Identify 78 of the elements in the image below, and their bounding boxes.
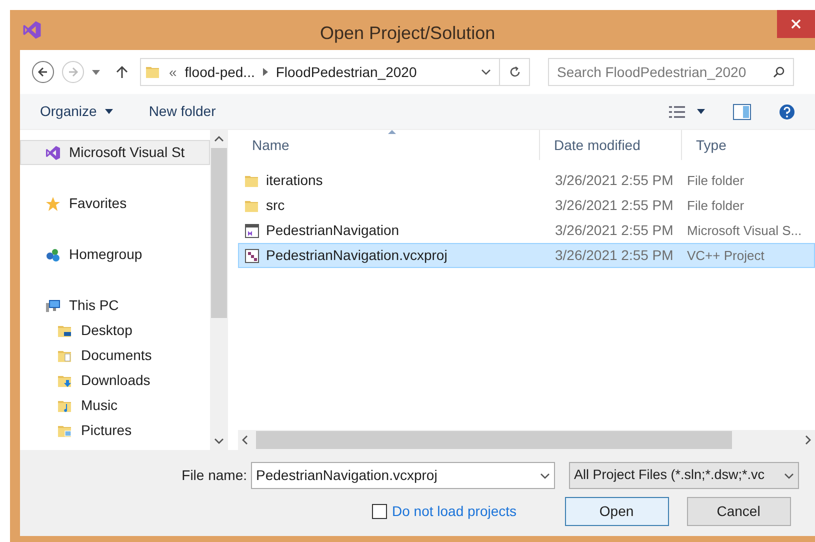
scroll-right-icon[interactable] [805, 435, 811, 445]
dropdown-caret-icon[interactable] [92, 70, 100, 74]
star-icon [45, 196, 61, 212]
breadcrumb[interactable]: flood-ped... [184, 62, 255, 82]
chevron-down-icon [540, 472, 550, 478]
visual-studio-icon [22, 20, 42, 40]
breadcrumb-arrow-icon [262, 68, 268, 76]
file-type: Microsoft Visual S... [686, 222, 802, 240]
horizontal-scrollbar[interactable] [238, 430, 815, 450]
file-name: PedestrianNavigation [266, 221, 400, 240]
file-type: VC++ Project [686, 246, 764, 265]
back-button[interactable] [32, 61, 54, 83]
window-title: Open Project/Solution [320, 22, 496, 45]
do-not-load-checkbox[interactable] [372, 504, 387, 519]
close-icon [791, 19, 801, 29]
preview-pane-icon[interactable] [733, 104, 751, 120]
file-type: File folder [686, 196, 744, 215]
nav-item[interactable]: Downloads [20, 368, 210, 393]
help-icon[interactable] [779, 104, 795, 120]
file-name: iterations [266, 171, 323, 190]
visual-studio-icon [45, 144, 61, 160]
project-file-icon [244, 248, 260, 264]
column-header[interactable]: Date modified [540, 130, 682, 160]
column-header[interactable]: Type [682, 130, 815, 160]
close-button[interactable] [777, 10, 815, 38]
date-modified: 3/26/2021 2:55 PM [554, 196, 674, 215]
file-row[interactable]: PedestrianNavigation 3/26/2021 2:55 PM Microsoft Visual S... [238, 218, 815, 243]
vertical-scrollbar[interactable] [210, 130, 228, 450]
file-name-field[interactable]: PedestrianNavigation.vcxproj [251, 462, 555, 489]
chevron-down-icon[interactable] [481, 69, 491, 75]
nav-item[interactable]: Favorites [20, 191, 210, 216]
search-field[interactable]: Search FloodPedestrian_2020 [548, 58, 794, 86]
back-arrow-icon [37, 66, 49, 78]
file-name: PedestrianNavigation.vcxproj [266, 246, 448, 265]
new-folder-button[interactable]: New folder [148, 101, 216, 122]
breadcrumb[interactable]: FloodPedestrian_2020 [276, 62, 417, 82]
column-header[interactable]: Name [238, 130, 540, 160]
cancel-button[interactable]: Cancel [686, 497, 791, 526]
computer-icon [45, 298, 61, 314]
chevron-down-icon [784, 472, 794, 478]
nav-item[interactable]: Pictures [20, 418, 210, 443]
file-type: File folder [686, 172, 744, 190]
open-button[interactable]: Open [564, 497, 669, 526]
nav-item[interactable]: Music [20, 393, 210, 418]
solution-file-icon [244, 222, 260, 238]
view-options-icon[interactable] [669, 106, 685, 118]
scroll-left-icon[interactable] [242, 435, 248, 445]
forward-arrow-icon [67, 66, 79, 78]
nav-item[interactable]: This PC [20, 293, 210, 318]
file-row[interactable]: iterations 3/26/2021 2:55 PM File folder [238, 168, 815, 193]
homegroup-icon [45, 246, 61, 262]
address-bar[interactable]: « flood-ped... FloodPedestrian_2020 [140, 58, 530, 86]
file-type-dropdown[interactable]: All Project Files (*.sln;*.dsw;*.vc [569, 462, 799, 489]
file-name: src [266, 196, 285, 215]
refresh-icon[interactable] [508, 66, 520, 78]
scrollbar-thumb[interactable] [256, 431, 732, 449]
scroll-down-icon[interactable] [214, 438, 224, 444]
scrollbar-thumb[interactable] [211, 148, 227, 318]
nav-item[interactable]: Homegroup [20, 242, 210, 267]
caret-icon[interactable] [697, 109, 705, 114]
file-row[interactable]: src 3/26/2021 2:55 PM File folder [238, 193, 815, 218]
sort-arrow-icon [388, 130, 396, 134]
search-icon [773, 66, 785, 78]
organize-menu[interactable]: Organize [40, 101, 113, 122]
nav-item[interactable]: Microsoft Visual St [20, 140, 210, 165]
date-modified: 3/26/2021 2:55 PM [554, 171, 674, 190]
scroll-up-icon[interactable] [214, 136, 224, 142]
caret-icon [104, 109, 113, 114]
date-modified: 3/26/2021 2:55 PM [554, 246, 674, 265]
folder-icon [145, 64, 161, 80]
overflow-chevron[interactable]: « [169, 62, 177, 82]
file-row[interactable]: PedestrianNavigation.vcxproj 3/26/2021 2:55 PM VC++ Project [238, 243, 815, 268]
date-modified: 3/26/2021 2:55 PM [554, 221, 674, 240]
do-not-load-link[interactable]: Do not load projects [392, 501, 517, 522]
file-name-label: File name: [180, 466, 247, 485]
up-arrow-icon[interactable] [116, 65, 128, 79]
nav-item[interactable]: Documents [20, 343, 210, 368]
nav-item[interactable]: Desktop [20, 318, 210, 343]
